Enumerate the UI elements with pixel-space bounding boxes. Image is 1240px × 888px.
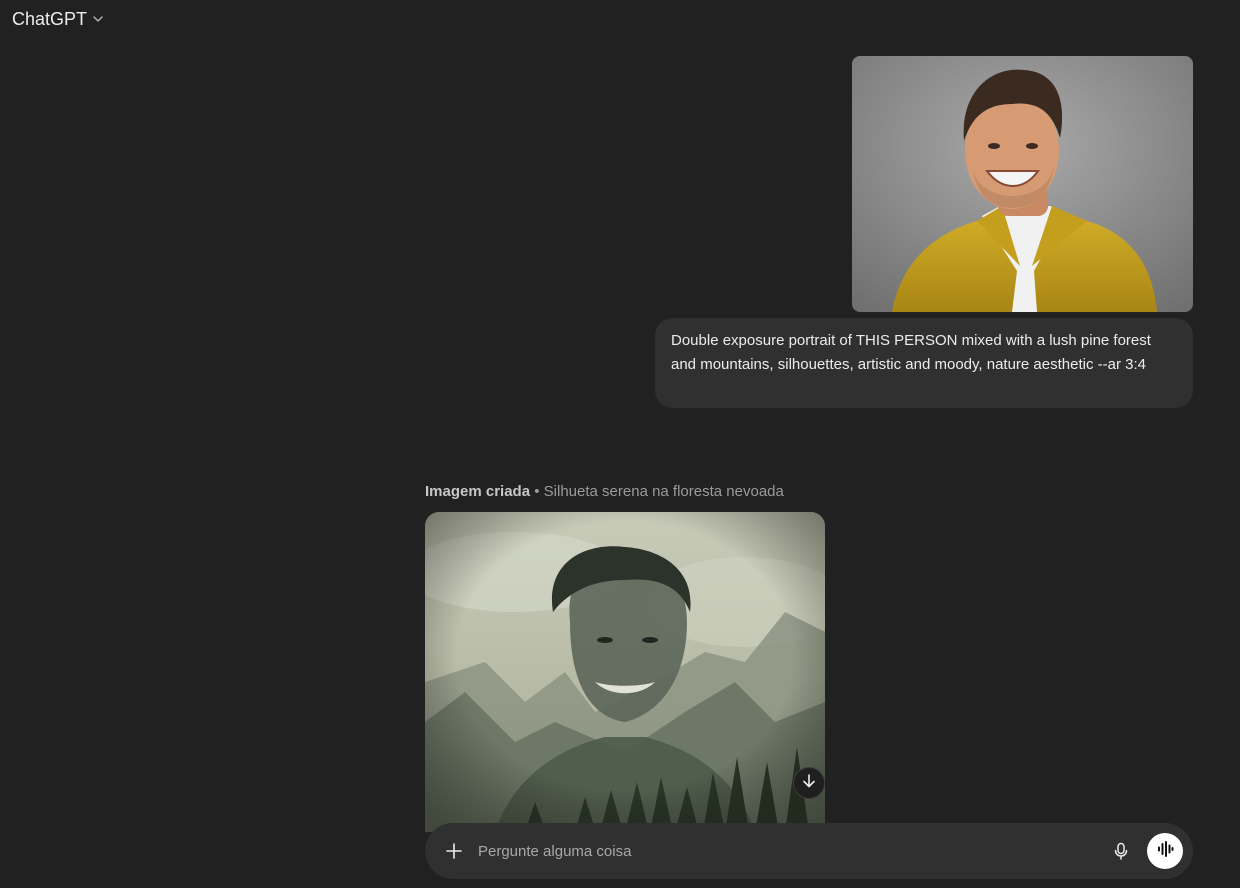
label-separator: •: [534, 483, 540, 500]
user-message-text: Double exposure portrait of THIS PERSON …: [671, 332, 1151, 373]
prompt-input[interactable]: [478, 842, 1109, 860]
user-message-bubble: Double exposure portrait of THIS PERSON …: [655, 318, 1193, 408]
image-title: Silhueta serena na floresta nevoada: [543, 483, 784, 500]
header-title: ChatGPT: [12, 8, 88, 29]
composer: [425, 823, 1193, 879]
microphone-icon[interactable]: [1109, 839, 1133, 863]
image-created-strong: Imagem criada: [425, 483, 531, 500]
download-button[interactable]: [793, 767, 825, 799]
chevron-down-icon: [91, 12, 105, 26]
voice-mode-button[interactable]: [1147, 833, 1183, 869]
plus-icon[interactable]: [443, 840, 465, 862]
voice-waveform-icon: [1156, 840, 1174, 863]
model-selector[interactable]: ChatGPT: [12, 8, 105, 30]
generated-image[interactable]: [425, 512, 825, 832]
user-attached-image[interactable]: [852, 56, 1193, 312]
arrow-down-icon: [801, 773, 817, 794]
chat-page: ChatGPT Double exposure portrait of THIS…: [0, 0, 1240, 888]
image-created-label: Imagem criada • Silhueta serena na flore…: [425, 483, 784, 500]
